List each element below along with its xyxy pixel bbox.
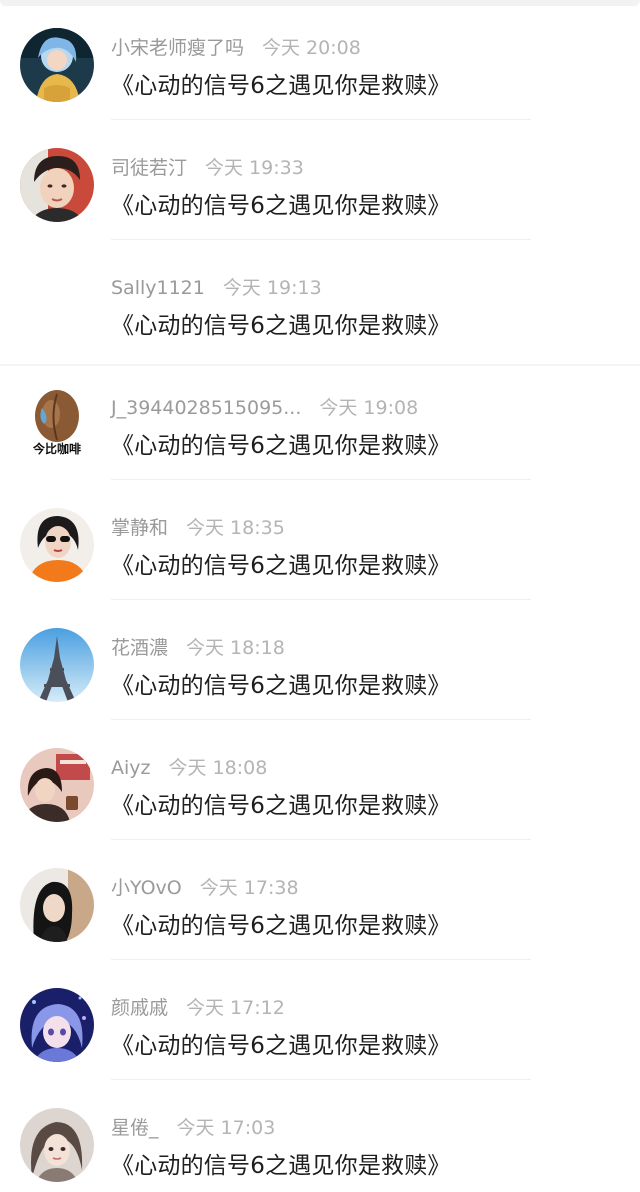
avatar-dark-hair-girl-icon [20,868,94,942]
list-item[interactable]: Sally1121 今天 19:13 《心动的信号6之遇见你是救赎》 [0,240,640,360]
message-text: 《心动的信号6之遇见你是救赎》 [111,1153,451,1179]
message-meta: 小YOvO 今天 17:38 [111,873,299,899]
sender-name[interactable]: Sally1121 [111,277,205,299]
avatar[interactable] [20,28,94,102]
message-text: 《心动的信号6之遇见你是救赎》 [111,913,451,939]
list-item[interactable]: 今比咖啡 J_3944028515095... 今天 19:08 《心动的信号6之… [0,360,640,480]
message-meta: 司徒若汀 今天 19:33 [111,153,304,179]
sender-name[interactable]: 司徒若汀 [111,153,187,180]
sender-name[interactable]: Aiyz [111,757,151,779]
message-text: 《心动的信号6之遇见你是救赎》 [111,673,451,699]
avatar[interactable] [20,148,94,222]
sender-name[interactable]: 星倦_ [111,1113,159,1140]
avatar-cafe-girl-icon [20,748,94,822]
list-item[interactable]: 小YOvO 今天 17:38 《心动的信号6之遇见你是救赎》 [0,840,640,960]
timestamp: 今天 19:08 [319,397,419,419]
sender-name[interactable]: 掌静和 [111,513,168,540]
message-meta: Sally1121 今天 19:13 [111,273,322,299]
list-item[interactable]: 小宋老师瘦了吗 今天 20:08 《心动的信号6之遇见你是救赎》 [0,0,640,120]
list-item[interactable]: 司徒若汀 今天 19:33 《心动的信号6之遇见你是救赎》 [0,120,640,240]
avatar[interactable] [20,1108,94,1182]
timestamp: 今天 17:38 [199,877,299,899]
timestamp: 今天 18:18 [186,637,285,659]
timestamp: 今天 18:35 [186,517,285,539]
list-item[interactable]: 花酒濃 今天 18:18 《心动的信号6之遇见你是救赎》 [0,600,640,720]
message-text: 《心动的信号6之遇见你是救赎》 [111,1033,451,1059]
list-item[interactable]: 掌静和 今天 18:35 《心动的信号6之遇见你是救赎》 [0,480,640,600]
avatar-anime-girl-icon [20,988,94,1062]
message-meta: 颜戚戚 今天 17:12 [111,993,285,1019]
avatar-eiffel-tower-icon [20,628,94,702]
timestamp: 今天 19:33 [205,157,304,179]
list-item[interactable]: 颜戚戚 今天 17:12 《心动的信号6之遇见你是救赎》 [0,960,640,1080]
timestamp: 今天 17:12 [186,997,285,1019]
sender-name[interactable]: J_3944028515095... [111,397,301,419]
timestamp: 今天 17:03 [176,1117,276,1139]
avatar[interactable] [20,628,94,702]
message-meta: 小宋老师瘦了吗 今天 20:08 [111,33,361,59]
avatar-sunglasses-girl-icon [20,508,94,582]
list-item[interactable]: 星倦_ 今天 17:03 《心动的信号6之遇见你是救赎》 [0,1080,640,1192]
sender-name[interactable]: 花酒濃 [111,633,168,660]
avatar[interactable] [20,748,94,822]
avatar[interactable] [20,508,94,582]
avatar-young-man-icon [20,148,94,222]
message-meta: 星倦_ 今天 17:03 [111,1113,275,1139]
avatar[interactable] [20,868,94,942]
avatar-illustrated-girl-icon [20,1108,94,1182]
message-meta: 掌静和 今天 18:35 [111,513,285,539]
list-item[interactable]: Aiyz 今天 18:08 《心动的信号6之遇见你是救赎》 [0,720,640,840]
message-meta: 花酒濃 今天 18:18 [111,633,285,659]
message-text: 《心动的信号6之遇见你是救赎》 [111,433,451,459]
timestamp: 今天 20:08 [262,37,361,59]
message-text: 《心动的信号6之遇见你是救赎》 [111,793,451,819]
avatar-blue-hair-girl-icon [20,28,94,102]
message-text: 《心动的信号6之遇见你是救赎》 [111,73,451,99]
message-text: 《心动的信号6之遇见你是救赎》 [111,193,451,219]
message-list-page: 小宋老师瘦了吗 今天 20:08 《心动的信号6之遇见你是救赎》 司徒若汀 今天 1… [0,0,640,1192]
message-text: 《心动的信号6之遇见你是救赎》 [111,313,451,339]
avatar-caption: 今比咖啡 [32,442,81,456]
timestamp: 今天 19:13 [222,277,322,299]
sender-name[interactable]: 颜戚戚 [111,993,168,1020]
message-text: 《心动的信号6之遇见你是救赎》 [111,553,451,579]
timestamp: 今天 18:08 [168,757,268,779]
message-meta: J_3944028515095... 今天 19:08 [111,393,418,419]
avatar[interactable] [20,988,94,1062]
message-meta: Aiyz 今天 18:08 [111,753,267,779]
sender-name[interactable]: 小YOvO [111,873,182,900]
sender-name[interactable]: 小宋老师瘦了吗 [111,33,244,60]
